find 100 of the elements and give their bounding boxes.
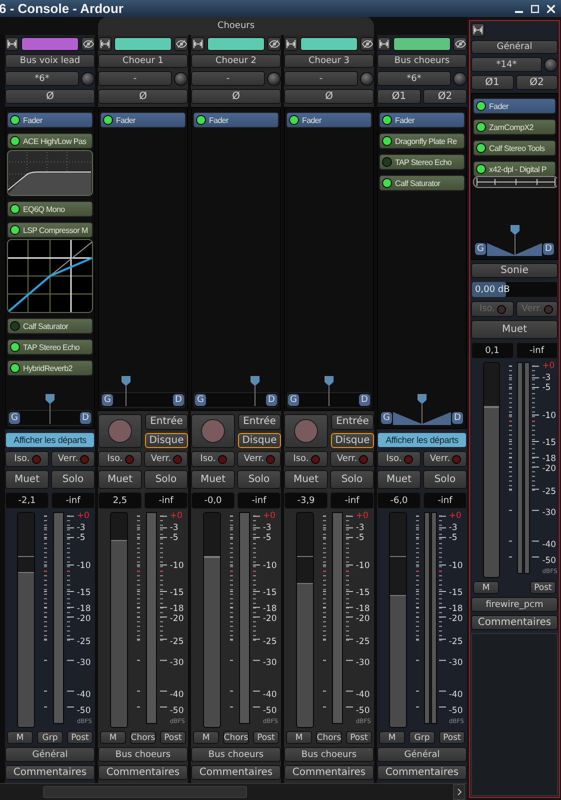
trim-knob[interactable] (360, 72, 374, 86)
meter-point-button[interactable]: Post (346, 731, 372, 744)
comments-button[interactable]: Commentaires (284, 765, 374, 780)
mute-button[interactable]: Muet (471, 320, 558, 339)
meter-point-button[interactable]: Chors (316, 731, 342, 744)
trim-knob[interactable] (544, 58, 558, 72)
color-swatch[interactable] (207, 37, 265, 51)
hide-button[interactable] (360, 37, 374, 51)
hide-button[interactable] (267, 37, 281, 51)
status-led[interactable] (383, 137, 391, 145)
maximize-icon[interactable] (531, 4, 539, 12)
fader-processor[interactable]: Fader (100, 112, 186, 128)
isolate-button[interactable]: Iso. (191, 451, 235, 467)
meter-point-button[interactable]: M (100, 731, 126, 744)
monitor-disk-button[interactable]: Disque (238, 432, 281, 448)
isolate-button[interactable]: Iso. (284, 451, 328, 467)
monitor-input-button[interactable]: Entrée (238, 414, 281, 430)
polarity-button[interactable]: Ø (5, 89, 95, 104)
solo-button[interactable]: Solo (423, 470, 467, 489)
plugin-processor[interactable]: TAP Stereo Echo (379, 154, 465, 170)
fader-processor[interactable]: Fader (7, 112, 93, 128)
pan-position-marker[interactable] (250, 376, 260, 406)
status-led[interactable] (11, 226, 19, 234)
lock-button[interactable]: Verr. (423, 451, 467, 467)
mute-button[interactable]: Muet (5, 470, 49, 489)
width-button[interactable] (284, 37, 298, 51)
mute-button[interactable]: Muet (191, 470, 235, 489)
gain-entry[interactable]: -2,1 (5, 492, 49, 509)
lock-button[interactable]: Verr. (330, 451, 374, 467)
record-button[interactable] (284, 414, 328, 448)
comments-button[interactable]: Commentaires (377, 765, 467, 780)
horizontal-scrollbar[interactable] (0, 784, 453, 800)
mute-button[interactable]: Muet (98, 470, 142, 489)
isolate-button[interactable]: Iso. (377, 451, 421, 467)
gain-entry[interactable]: -6,0 (377, 492, 421, 509)
plugin-processor[interactable]: LSP Compressor M (7, 222, 93, 238)
polarity-button[interactable]: Ø (284, 89, 374, 104)
scroll-right-button[interactable] (453, 784, 465, 800)
status-led[interactable] (477, 123, 485, 131)
trim-knob[interactable] (267, 72, 281, 86)
lock-button[interactable]: Verr. (144, 451, 188, 467)
pan-position-marker[interactable] (418, 394, 426, 424)
strip-name-button[interactable]: Choeur 1 (98, 54, 188, 68)
plugin-processor[interactable]: ZamCompX2 (473, 119, 556, 135)
strip-name-button[interactable]: Bus voix lead (5, 54, 95, 68)
width-button[interactable] (5, 37, 19, 51)
meter-point-button[interactable]: Post (160, 731, 186, 744)
plugin-processor[interactable]: ACE High/Low Pas (7, 133, 93, 149)
status-led[interactable] (11, 205, 19, 213)
close-icon[interactable] (547, 4, 555, 12)
input-button[interactable]: *14* (471, 57, 542, 72)
status-led[interactable] (104, 116, 112, 124)
polarity-button[interactable]: Ø (98, 89, 188, 104)
hide-button[interactable] (453, 37, 467, 51)
plugin-processor[interactable]: HybridReverb2 (7, 360, 93, 376)
monitor-input-button[interactable]: Entrée (145, 414, 188, 430)
width-button[interactable] (471, 23, 485, 37)
gain-entry[interactable]: -0,0 (191, 492, 235, 509)
plugin-processor[interactable]: Calf Stereo Tools (473, 140, 556, 156)
status-led[interactable] (477, 165, 485, 173)
pan-position-marker[interactable] (121, 376, 130, 406)
solo-button[interactable]: Solo (330, 470, 374, 489)
plugin-processor[interactable]: x42-dpl - Digital P (473, 161, 556, 177)
status-led[interactable] (383, 116, 391, 124)
meter-point-button[interactable]: Grp (409, 731, 435, 744)
status-led[interactable] (11, 116, 19, 124)
color-swatch[interactable] (114, 37, 172, 51)
status-led[interactable] (477, 102, 485, 110)
stereo-panner[interactable]: G D (473, 225, 556, 259)
color-swatch[interactable] (21, 37, 79, 51)
gain-entry[interactable]: -3,9 (284, 492, 328, 509)
status-led[interactable] (290, 116, 298, 124)
status-led[interactable] (477, 144, 485, 152)
input-button[interactable]: - (191, 71, 265, 86)
comments-button[interactable]: Commentaires (98, 765, 188, 780)
polarity-button[interactable]: Ø1 (471, 75, 514, 90)
output-group-button[interactable]: Général (377, 747, 467, 762)
fader-processor[interactable]: Fader (286, 112, 372, 128)
lock-button[interactable]: Verr. (51, 451, 95, 467)
output-group-button[interactable]: Bus choeurs (191, 747, 281, 762)
polarity-button[interactable]: Ø2 (423, 89, 467, 104)
input-button[interactable]: *6* (377, 71, 451, 86)
output-group-button[interactable]: Bus choeurs (284, 747, 374, 762)
lock-button[interactable]: Verr. (237, 451, 281, 467)
fader-processor[interactable]: Fader (473, 98, 556, 114)
input-button[interactable]: - (98, 71, 172, 86)
meter-point-button[interactable]: M (7, 731, 33, 744)
hide-button[interactable] (81, 37, 95, 51)
meter-point-button[interactable]: M (286, 731, 312, 744)
color-swatch[interactable] (393, 37, 451, 51)
status-led[interactable] (383, 179, 391, 187)
plugin-processor[interactable]: Calf Saturator (7, 318, 93, 334)
plugin-processor[interactable]: Calf Saturator (379, 175, 465, 191)
strip-name-button[interactable]: Choeur 3 (284, 54, 374, 68)
meter-point-button[interactable]: Post (253, 731, 279, 744)
meter-point-button[interactable]: Chors (130, 731, 156, 744)
meter-point-button[interactable]: Post (67, 731, 93, 744)
plugin-processor[interactable]: EQ6Q Mono (7, 201, 93, 217)
gain-entry[interactable]: 2,5 (98, 492, 142, 509)
panner[interactable]: G D (193, 376, 279, 410)
